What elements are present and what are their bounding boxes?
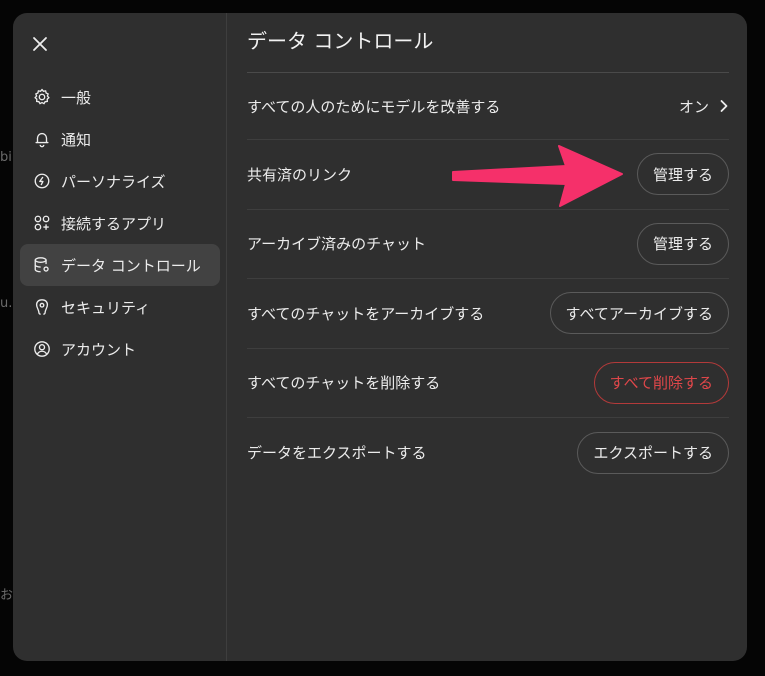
sidebar-item-security[interactable]: セキュリティ <box>20 286 220 328</box>
gear-icon <box>32 87 52 107</box>
background-text: u. <box>0 296 13 311</box>
setting-row-export-data: データをエクスポートする エクスポートする <box>247 418 729 488</box>
sidebar-item-label: 通知 <box>61 130 92 149</box>
setting-row-delete-all: すべてのチャットを削除する すべて削除する <box>247 349 729 418</box>
security-icon <box>32 297 52 317</box>
setting-row-archived-chats: アーカイブ済みのチャット 管理する <box>247 210 729 279</box>
sidebar-item-personalize[interactable]: パーソナライズ <box>20 160 220 202</box>
manage-archived-chats-button[interactable]: 管理する <box>636 222 729 265</box>
sidebar-item-label: アカウント <box>61 340 137 359</box>
sidebar-item-data-controls[interactable]: データ コントロール <box>20 244 220 286</box>
sidebar-item-label: パーソナライズ <box>61 172 166 191</box>
export-data-button[interactable]: エクスポートする <box>577 431 729 474</box>
background-text: お <box>0 588 14 603</box>
sidebar-item-connected-apps[interactable]: 接続するアプリ <box>20 202 220 244</box>
setting-row-archive-all: すべてのチャットをアーカイブする すべてアーカイブする <box>247 279 729 349</box>
sidebar-item-label: 接続するアプリ <box>61 214 167 233</box>
personalize-icon <box>32 171 52 191</box>
sidebar-item-label: 一般 <box>61 88 92 107</box>
database-icon <box>32 255 52 275</box>
settings-content: データ コントロール すべての人のためにモデルを改善する オン 共有済のリンク … <box>227 13 747 661</box>
delete-all-button[interactable]: すべて削除する <box>593 361 729 404</box>
sidebar-item-label: データ コントロール <box>61 256 201 275</box>
setting-label: データをエクスポートする <box>247 444 427 463</box>
page-title: データ コントロール <box>247 13 729 73</box>
settings-nav: 一般 通知 パーソナライズ 接続するアプリ データ コントロール セキュリティ … <box>20 76 220 370</box>
sidebar-item-account[interactable]: アカウント <box>20 328 220 370</box>
sidebar-item-label: セキュリティ <box>61 298 151 317</box>
toggle-value-label: オン <box>678 97 709 116</box>
setting-row-improve-model: すべての人のためにモデルを改善する オン <box>247 73 729 140</box>
setting-label: すべての人のためにモデルを改善する <box>247 97 501 116</box>
close-button[interactable] <box>29 33 51 55</box>
close-icon <box>33 37 47 51</box>
apps-icon <box>32 213 52 233</box>
background-text: bi <box>0 150 12 165</box>
setting-label: 共有済のリンク <box>247 165 353 184</box>
settings-dialog: 一般 通知 パーソナライズ 接続するアプリ データ コントロール セキュリティ … <box>13 13 747 661</box>
bell-icon <box>32 129 52 149</box>
sidebar-item-notifications[interactable]: 通知 <box>20 118 220 160</box>
sidebar-item-general[interactable]: 一般 <box>20 76 220 118</box>
archive-all-button[interactable]: すべてアーカイブする <box>549 292 729 335</box>
chevron-right-icon <box>720 100 728 112</box>
setting-row-shared-links: 共有済のリンク 管理する <box>247 140 729 210</box>
user-icon <box>32 339 52 359</box>
manage-shared-links-button[interactable]: 管理する <box>636 153 729 196</box>
improve-model-toggle[interactable]: オン <box>679 96 729 117</box>
setting-label: すべてのチャットをアーカイブする <box>247 304 485 323</box>
settings-sidebar: 一般 通知 パーソナライズ 接続するアプリ データ コントロール セキュリティ … <box>13 13 227 661</box>
setting-label: すべてのチャットを削除する <box>247 374 441 393</box>
setting-label: アーカイブ済みのチャット <box>247 235 426 254</box>
